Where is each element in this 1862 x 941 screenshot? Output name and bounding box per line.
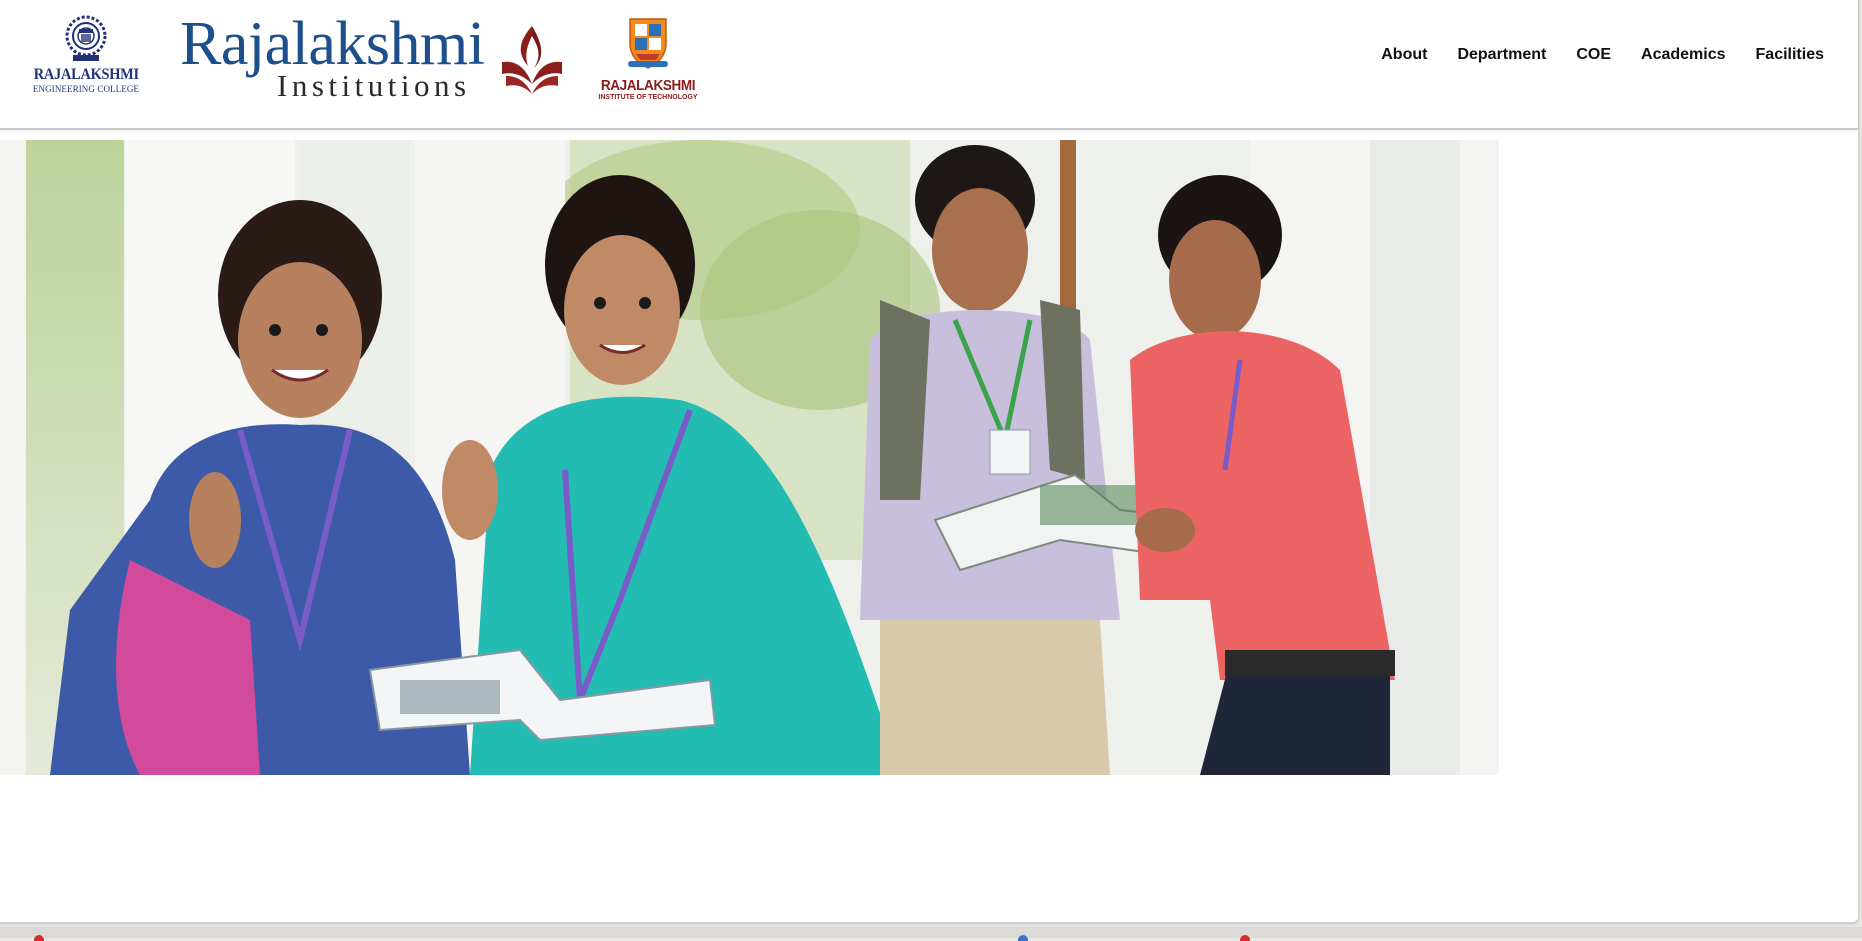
students-photo (0, 140, 1499, 775)
nav-facilities[interactable]: Facilities (1756, 46, 1824, 64)
nav-coe[interactable]: COE (1576, 46, 1611, 64)
institutions-logo[interactable]: Rajalakshmi Institutions (180, 12, 570, 104)
hero-banner-image (0, 140, 1499, 775)
bottom-red-dot-icon (34, 935, 44, 941)
rit-logo-name: RAJALAKSHMI (600, 77, 696, 94)
institutions-logo-subtitle: Institutions (277, 68, 471, 103)
institutions-logo-title: Rajalakshmi (180, 10, 485, 78)
bottom-blue-dot-icon (1018, 935, 1028, 941)
rec-emblem-icon (65, 15, 107, 61)
nav-department[interactable]: Department (1457, 46, 1546, 64)
rec-logo-subtitle: ENGINEERING COLLEGE (32, 84, 140, 94)
rit-shield-icon (628, 18, 668, 69)
rec-logo-name: RAJALAKSHMI (33, 66, 139, 83)
rec-logo[interactable]: RAJALAKSHMI ENGINEERING COLLEGE (28, 14, 144, 104)
main-nav: About Department COE Academics Facilitie… (1381, 46, 1824, 64)
site-header: RAJALAKSHMI ENGINEERING COLLEGE Rajalaks… (0, 0, 1858, 130)
page: RAJALAKSHMI ENGINEERING COLLEGE Rajalaks… (0, 0, 1859, 923)
flame-book-icon (502, 26, 562, 94)
rit-logo-subtitle: INSTITUTE OF TECHNOLOGY (598, 94, 698, 101)
bottom-edge (0, 927, 1862, 938)
rit-logo[interactable]: RAJALAKSHMI INSTITUTE OF TECHNOLOGY (592, 16, 704, 102)
bottom-red-dot-icon-2 (1240, 935, 1250, 941)
nav-academics[interactable]: Academics (1641, 46, 1726, 64)
nav-about[interactable]: About (1381, 46, 1427, 64)
